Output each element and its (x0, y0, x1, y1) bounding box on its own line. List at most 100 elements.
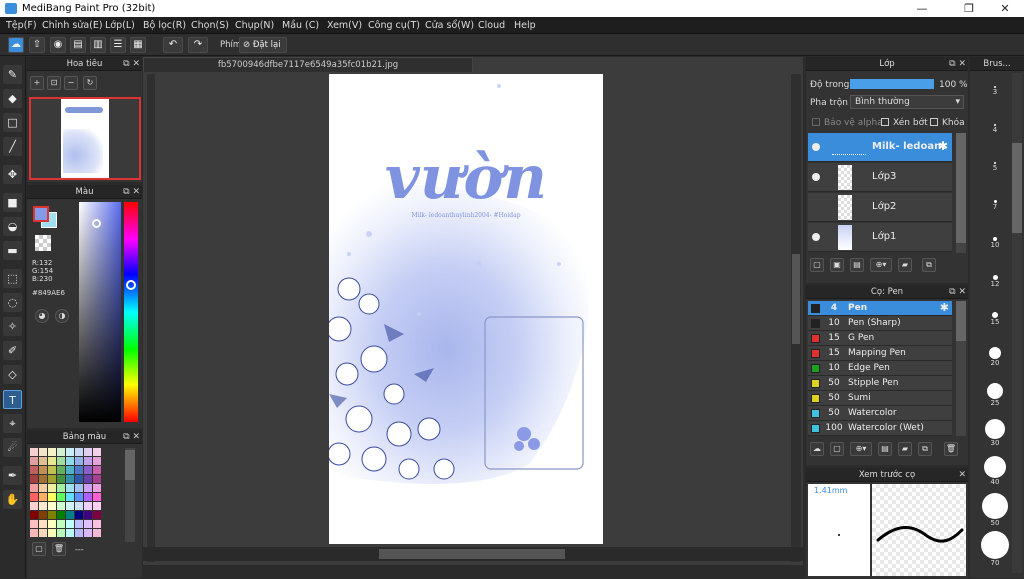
cloud-brush-icon[interactable]: ☁ (810, 442, 824, 456)
palette-swatch[interactable] (57, 475, 65, 483)
shape-tool-icon[interactable]: □ (3, 113, 22, 132)
palette-swatch[interactable] (75, 529, 83, 537)
palette-swatch[interactable] (93, 475, 101, 483)
color-wheel-icon[interactable]: ◕ (35, 309, 49, 323)
palette-swatch[interactable] (57, 511, 65, 519)
hand-tool-icon[interactable]: ✋ (3, 490, 22, 509)
palette-swatch[interactable] (66, 502, 74, 510)
palette-swatch[interactable] (48, 493, 56, 501)
palette-swatch[interactable] (48, 457, 56, 465)
list-icon[interactable]: ☰ (110, 37, 126, 53)
size-scrollbar[interactable] (1012, 73, 1022, 573)
palette-swatch[interactable] (84, 511, 92, 519)
rotate-icon[interactable]: ↻ (83, 76, 97, 90)
menu-file[interactable]: Tệp(F) (6, 20, 37, 31)
palette-swatch[interactable] (30, 466, 38, 474)
hue-cursor[interactable] (126, 280, 136, 290)
palette-swatch[interactable] (39, 448, 47, 456)
layer-row[interactable]: Lớp2 (808, 193, 952, 222)
brush-row[interactable]: 100 Watercolor (Wet) (808, 421, 952, 436)
brush-row[interactable]: 50 Sumi (808, 391, 952, 406)
palette-swatch[interactable] (84, 502, 92, 510)
clipping-checkbox[interactable] (881, 118, 889, 126)
palette-swatch[interactable] (39, 502, 47, 510)
palette-swatch[interactable] (84, 448, 92, 456)
minimize-button[interactable]: — (908, 1, 936, 16)
palette-swatch[interactable] (75, 511, 83, 519)
lock-checkbox[interactable] (930, 118, 938, 126)
menu-color[interactable]: Mầu (C) (282, 20, 319, 31)
palette-swatch[interactable] (30, 475, 38, 483)
layer-scrollbar[interactable] (956, 133, 966, 253)
palette-swatch[interactable] (75, 457, 83, 465)
palette-swatch[interactable] (57, 448, 65, 456)
hscroll-thumb[interactable] (379, 549, 565, 559)
brush-row[interactable]: 50 Stipple Pen (808, 376, 952, 391)
palette-swatch[interactable] (93, 529, 101, 537)
palette-swatch[interactable] (39, 466, 47, 474)
palette-swatch[interactable] (39, 484, 47, 492)
menu-layer[interactable]: Lớp(L) (105, 20, 135, 31)
palette-swatch[interactable] (57, 466, 65, 474)
palette-swatch[interactable] (66, 520, 74, 528)
palette-swatch[interactable] (93, 493, 101, 501)
menu-window[interactable]: Cửa sổ(W) (425, 20, 474, 31)
palette-swatch[interactable] (57, 484, 65, 492)
layer-row[interactable]: Milk- ledoant ✱ (808, 133, 952, 162)
brush-row[interactable]: 15 Mapping Pen (808, 346, 952, 361)
gradient-tool-icon[interactable]: ▬ (3, 241, 22, 260)
horizontal-scrollbar[interactable] (143, 547, 803, 561)
palette-swatch[interactable] (66, 493, 74, 501)
palette-swatch[interactable] (39, 529, 47, 537)
menu-tools[interactable]: Công cụ(T) (368, 20, 420, 31)
gear-icon[interactable]: ✱ (940, 301, 949, 315)
panel-popout-icon[interactable]: ⧉ ✕ (949, 57, 966, 71)
menu-view[interactable]: Xem(V) (327, 20, 362, 31)
document-icon[interactable]: ▥ (90, 37, 106, 53)
upload-icon[interactable]: ⇧ (29, 37, 45, 53)
palette-swatch[interactable] (30, 529, 38, 537)
cloud-sync-icon[interactable]: ☁ (8, 37, 24, 53)
eye-icon[interactable] (812, 143, 820, 151)
menu-snap[interactable]: Chụp(N) (235, 20, 274, 31)
redo-icon[interactable]: ↷ (188, 37, 208, 53)
eye-icon[interactable] (812, 233, 820, 241)
brush-row[interactable]: 10 Pen (Sharp) (808, 316, 952, 331)
layer-row[interactable]: Lớp1 (808, 223, 952, 252)
panel-popout-icon[interactable]: ⧉ ✕ (123, 185, 140, 199)
brush-duplicate-icon[interactable]: ⧉ (918, 442, 932, 456)
hue-slider[interactable] (124, 202, 138, 422)
palette-swatch[interactable] (48, 520, 56, 528)
artwork-page[interactable]: vườn Milk- ledoanthuylinh2004- #Hoidap (329, 74, 603, 544)
grid-icon[interactable]: ▦ (130, 37, 146, 53)
palette-swatch[interactable] (75, 502, 83, 510)
eye-icon[interactable] (812, 173, 820, 181)
palette-swatch[interactable] (57, 493, 65, 501)
brush-row[interactable]: 4 Pen ✱ (808, 301, 952, 316)
bucket-tool-icon[interactable]: ◒ (3, 217, 22, 236)
panel-close-icon[interactable]: ✕ (958, 468, 966, 482)
palette-swatch[interactable] (66, 466, 74, 474)
transparent-swatch[interactable] (35, 235, 51, 251)
lasso-tool-icon[interactable]: ◌ (3, 293, 22, 312)
palette-swatch[interactable] (84, 520, 92, 528)
brush-copy-icon[interactable]: ▤ (878, 442, 892, 456)
brush-row[interactable]: 10 Edge Pen (808, 361, 952, 376)
palette-swatch[interactable] (48, 466, 56, 474)
palette-swatch[interactable] (93, 484, 101, 492)
layer-row[interactable]: Lớp3 (808, 163, 952, 192)
brush-folder-icon[interactable]: ▰ (898, 442, 912, 456)
text-tool-icon[interactable]: T (3, 390, 22, 409)
add-layer-dropdown-icon[interactable]: ⊕▾ (870, 258, 892, 272)
select-rect-icon[interactable]: ⬚ (3, 269, 22, 288)
palette-swatch[interactable] (84, 457, 92, 465)
menu-cloud[interactable]: Cloud (478, 20, 505, 31)
brush-tool-icon[interactable]: ✎ (3, 65, 22, 84)
palette-swatch[interactable] (30, 484, 38, 492)
palette-swatch[interactable] (57, 502, 65, 510)
palette-swatch[interactable] (39, 475, 47, 483)
eraser-tool-icon[interactable]: ◆ (3, 89, 22, 108)
maximize-button[interactable]: ❐ (955, 1, 983, 16)
opacity-slider[interactable] (850, 79, 934, 89)
palette-swatch[interactable] (93, 511, 101, 519)
